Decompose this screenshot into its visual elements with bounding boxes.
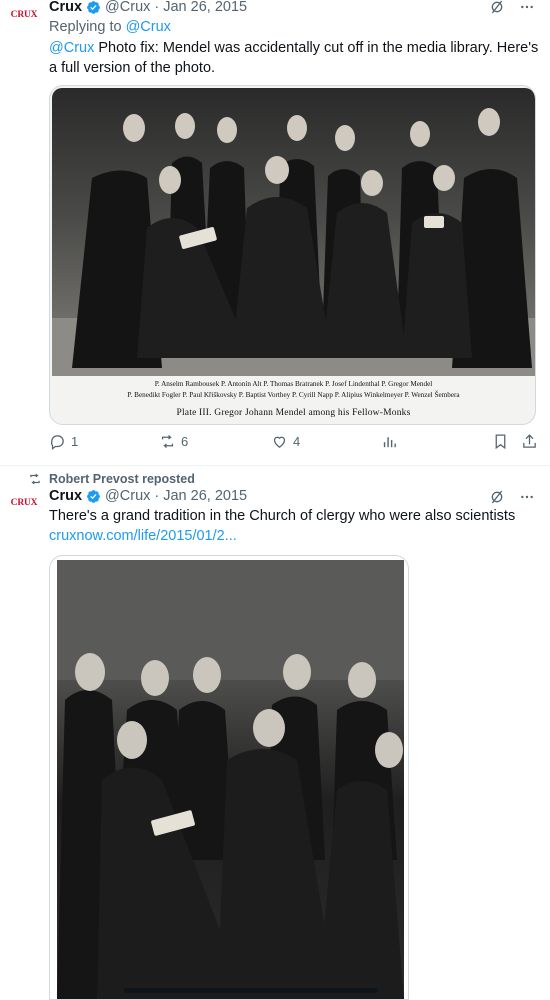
monks-photo-illustration	[52, 108, 535, 376]
photo-caption-line-1: P. Anselm Rambousek P. Antonín Alt P. Th…	[154, 380, 433, 388]
share-button[interactable]	[521, 433, 538, 450]
tweet-body: Photo fix: Mendel was accidentally cut o…	[49, 40, 539, 76]
like-count: 4	[293, 434, 301, 449]
author-name[interactable]: Crux	[49, 0, 82, 15]
separator: ·	[154, 488, 160, 504]
monks-photo[interactable]	[52, 88, 535, 376]
tweet-body: There's a grand tradition in the Church …	[49, 508, 516, 524]
replying-prefix: Replying to	[49, 19, 122, 35]
tweet-header: Crux @Crux · Jan 26, 2015	[49, 486, 247, 506]
avatar[interactable]: CRUX	[8, 492, 40, 514]
more-options-icon[interactable]	[518, 0, 536, 16]
author-handle[interactable]: @Crux	[105, 488, 150, 504]
avatar[interactable]: CRUX	[8, 4, 40, 26]
photo-caption-plate: Plate III. Gregor Johann Mendel among hi…	[176, 408, 411, 418]
separator: ·	[154, 0, 160, 15]
photo-caption-line-2: P. Benedikt Fogler P. Paul Křiškovsky P.…	[127, 391, 460, 399]
tweet-media[interactable]: P. Anselm Rambousek P. Antonín Alt P. Th…	[49, 85, 536, 425]
views-button[interactable]	[381, 433, 398, 450]
article-link[interactable]: cruxnow.com/life/2015/01/2...	[49, 528, 237, 544]
views-icon	[383, 437, 396, 448]
tweet-date[interactable]: Jan 26, 2015	[163, 0, 247, 15]
share-icon	[523, 434, 536, 448]
home-indicator[interactable]	[124, 988, 378, 993]
reply-button[interactable]: 1	[49, 433, 78, 450]
tweet-top-actions	[488, 488, 536, 506]
monks-photo-illustration	[57, 560, 404, 999]
repost-label[interactable]: Robert Prevost reposted	[49, 471, 195, 487]
tweet-text: @Crux Photo fix: Mendel was accidentally…	[49, 39, 539, 78]
repost-count: 6	[181, 434, 189, 449]
replying-to: Replying to @Crux	[49, 19, 171, 35]
bookmark-button[interactable]	[492, 433, 509, 450]
repost-button[interactable]: 6	[159, 433, 188, 450]
verified-badge-icon	[87, 0, 100, 14]
verified-badge-icon	[87, 489, 100, 503]
tweet-1[interactable]: CRUX Crux @Crux · Jan 26, 2015 Replying …	[0, 0, 550, 465]
grok-icon[interactable]	[488, 488, 506, 506]
tweet-top-actions	[488, 0, 536, 16]
tweet-date[interactable]: Jan 26, 2015	[163, 488, 247, 504]
reply-icon	[50, 435, 64, 450]
grok-icon[interactable]	[488, 0, 506, 16]
replying-handle-link[interactable]: @Crux	[126, 19, 171, 35]
mention-link[interactable]: @Crux	[49, 40, 94, 56]
reply-count: 1	[71, 434, 79, 449]
author-name[interactable]: Crux	[49, 488, 82, 504]
author-handle[interactable]: @Crux	[105, 0, 150, 15]
repost-indicator-icon	[30, 473, 40, 485]
tweet-actions: 1 6 4	[49, 433, 539, 455]
tweet-text: There's a grand tradition in the Church …	[49, 507, 539, 546]
tweet-media[interactable]	[49, 555, 409, 1000]
tweet-divider	[0, 465, 550, 466]
like-button[interactable]: 4	[271, 433, 300, 450]
monks-photo[interactable]	[57, 560, 404, 999]
repost-icon	[161, 435, 174, 448]
more-options-icon[interactable]	[518, 488, 536, 506]
heart-icon	[273, 436, 286, 448]
bookmark-icon	[495, 434, 506, 450]
tweet-header: Crux @Crux · Jan 26, 2015	[49, 0, 247, 17]
